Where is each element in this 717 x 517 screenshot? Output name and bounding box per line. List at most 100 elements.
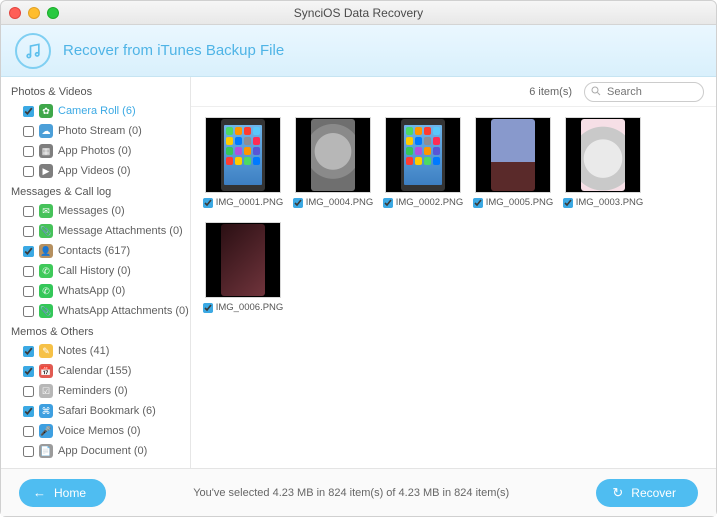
home-button-label: Home [54, 486, 86, 500]
sidebar-item-label: Calendar (155) [58, 365, 131, 377]
recover-button-label: Recover [631, 486, 676, 500]
footer: Home You've selected 4.23 MB in 824 item… [1, 468, 716, 516]
recover-button[interactable]: Recover [596, 479, 698, 507]
category-icon: ✉ [39, 204, 53, 218]
arrow-left-icon [33, 485, 46, 500]
thumbnail-caption: IMG_0004.PNG [293, 197, 374, 208]
sidebar-item-checkbox[interactable] [23, 366, 34, 377]
thumbnail-checkbox[interactable] [473, 198, 483, 208]
sidebar-item[interactable]: ✆ Call History (0) [7, 261, 190, 281]
thumbnail-checkbox[interactable] [293, 198, 303, 208]
sidebar-item-checkbox[interactable] [23, 426, 34, 437]
minimize-icon[interactable] [28, 7, 40, 19]
thumbnail-cell[interactable]: IMG_0004.PNG [295, 117, 371, 208]
category-icon: ✎ [39, 344, 53, 358]
sidebar-group-title: Photos & Videos [7, 81, 190, 101]
sidebar-item[interactable]: ✆WhatsApp (0) [7, 281, 190, 301]
sidebar-item-checkbox[interactable] [23, 266, 34, 277]
page-header: Recover from iTunes Backup File [1, 25, 716, 77]
sidebar-item[interactable]: 📅Calendar (155) [7, 361, 190, 381]
category-icon: 📄 [39, 444, 53, 458]
sidebar-item-checkbox[interactable] [23, 386, 34, 397]
sidebar-item[interactable]: ✉Messages (0) [7, 201, 190, 221]
sidebar-item-checkbox[interactable] [23, 106, 34, 117]
close-icon[interactable] [9, 7, 21, 19]
sidebar-item-label: Reminders (0) [58, 385, 128, 397]
sidebar-item[interactable]: ▶App Videos (0) [7, 161, 190, 181]
sidebar-item-checkbox[interactable] [23, 306, 34, 317]
itunes-icon [15, 33, 51, 69]
sidebar-item-label: Message Attachments (0) [58, 225, 183, 237]
search-input[interactable] [584, 82, 704, 102]
sidebar-item-label: App Videos (0) [58, 165, 131, 177]
thumbnail [295, 117, 371, 193]
sidebar-item[interactable]: 📎 Message Attachments (0) [7, 221, 190, 241]
thumbnail [565, 117, 641, 193]
sidebar-item-label: Notes (41) [58, 345, 109, 357]
thumbnail [475, 117, 551, 193]
thumbnail-cell[interactable]: IMG_0006.PNG [205, 222, 281, 313]
sidebar-item-label: Call History (0) [58, 265, 131, 277]
sidebar: Photos & Videos✿Camera Roll (6)☁Photo St… [1, 77, 191, 468]
thumbnail-cell[interactable]: IMG_0002.PNG [385, 117, 461, 208]
sidebar-item-checkbox[interactable] [23, 146, 34, 157]
sidebar-item-checkbox[interactable] [23, 226, 34, 237]
sidebar-item[interactable]: ☁Photo Stream (0) [7, 121, 190, 141]
sidebar-item-checkbox[interactable] [23, 286, 34, 297]
sidebar-item[interactable]: ☑ Reminders (0) [7, 381, 190, 401]
thumbnail-checkbox[interactable] [563, 198, 573, 208]
sidebar-item[interactable]: ✎ Notes (41) [7, 341, 190, 361]
sidebar-group-title: Memos & Others [7, 321, 190, 341]
thumbnail-filename: IMG_0003.PNG [576, 197, 644, 208]
sidebar-item[interactable]: ⌘Safari Bookmark (6) [7, 401, 190, 421]
sidebar-item[interactable]: 🎤Voice Memos (0) [7, 421, 190, 441]
sidebar-item-checkbox[interactable] [23, 166, 34, 177]
thumbnail-grid: IMG_0001.PNG IMG_0004.PNG IMG_0002.PNG IMG_… [191, 107, 716, 468]
search-box [584, 82, 704, 102]
thumbnail-checkbox[interactable] [203, 303, 213, 313]
thumbnail-cell[interactable]: IMG_0003.PNG [565, 117, 641, 208]
maximize-icon[interactable] [47, 7, 59, 19]
sidebar-item-checkbox[interactable] [23, 406, 34, 417]
sidebar-item-checkbox[interactable] [23, 206, 34, 217]
window-title: SynciOS Data Recovery [1, 6, 716, 20]
thumbnail-caption: IMG_0003.PNG [563, 197, 644, 208]
sidebar-item[interactable]: 📎WhatsApp Attachments (0) [7, 301, 190, 321]
thumbnail-filename: IMG_0006.PNG [216, 302, 284, 313]
category-icon: ✿ [39, 104, 53, 118]
sidebar-item-label: WhatsApp Attachments (0) [58, 305, 189, 317]
thumbnail-checkbox[interactable] [203, 198, 213, 208]
thumbnail-caption: IMG_0005.PNG [473, 197, 554, 208]
sidebar-item-checkbox[interactable] [23, 346, 34, 357]
sidebar-item[interactable]: ✿Camera Roll (6) [7, 101, 190, 121]
status-text: You've selected 4.23 MB in 824 item(s) o… [193, 487, 509, 499]
category-icon: ✆ [39, 284, 53, 298]
home-button[interactable]: Home [19, 479, 106, 507]
category-icon: ☑ [39, 384, 53, 398]
page-title: Recover from iTunes Backup File [63, 42, 284, 59]
thumbnail-checkbox[interactable] [383, 198, 393, 208]
sidebar-item-checkbox[interactable] [23, 446, 34, 457]
category-icon: ▦ [39, 144, 53, 158]
content-toolbar: 6 item(s) [191, 77, 716, 107]
refresh-icon [612, 485, 623, 501]
sidebar-item-label: App Photos (0) [58, 145, 131, 157]
titlebar: SynciOS Data Recovery [1, 1, 716, 25]
thumbnail-filename: IMG_0002.PNG [396, 197, 464, 208]
thumbnail-filename: IMG_0001.PNG [216, 197, 284, 208]
sidebar-item-label: Safari Bookmark (6) [58, 405, 156, 417]
sidebar-item-checkbox[interactable] [23, 246, 34, 257]
search-icon [590, 85, 602, 100]
thumbnail-caption: IMG_0006.PNG [203, 302, 284, 313]
thumbnail-cell[interactable]: IMG_0005.PNG [475, 117, 551, 208]
thumbnail [205, 117, 281, 193]
category-icon: 📎 [39, 224, 53, 238]
sidebar-item[interactable]: 👤Contacts (617) [7, 241, 190, 261]
window-controls [9, 7, 59, 19]
category-icon: ✆ [39, 264, 53, 278]
sidebar-item[interactable]: 📄App Document (0) [7, 441, 190, 461]
thumbnail-cell[interactable]: IMG_0001.PNG [205, 117, 281, 208]
content-pane: 6 item(s) IMG_0001.PNGIMG_0004.PNGIMG_00… [191, 77, 716, 468]
sidebar-item[interactable]: ▦ App Photos (0) [7, 141, 190, 161]
sidebar-item-checkbox[interactable] [23, 126, 34, 137]
